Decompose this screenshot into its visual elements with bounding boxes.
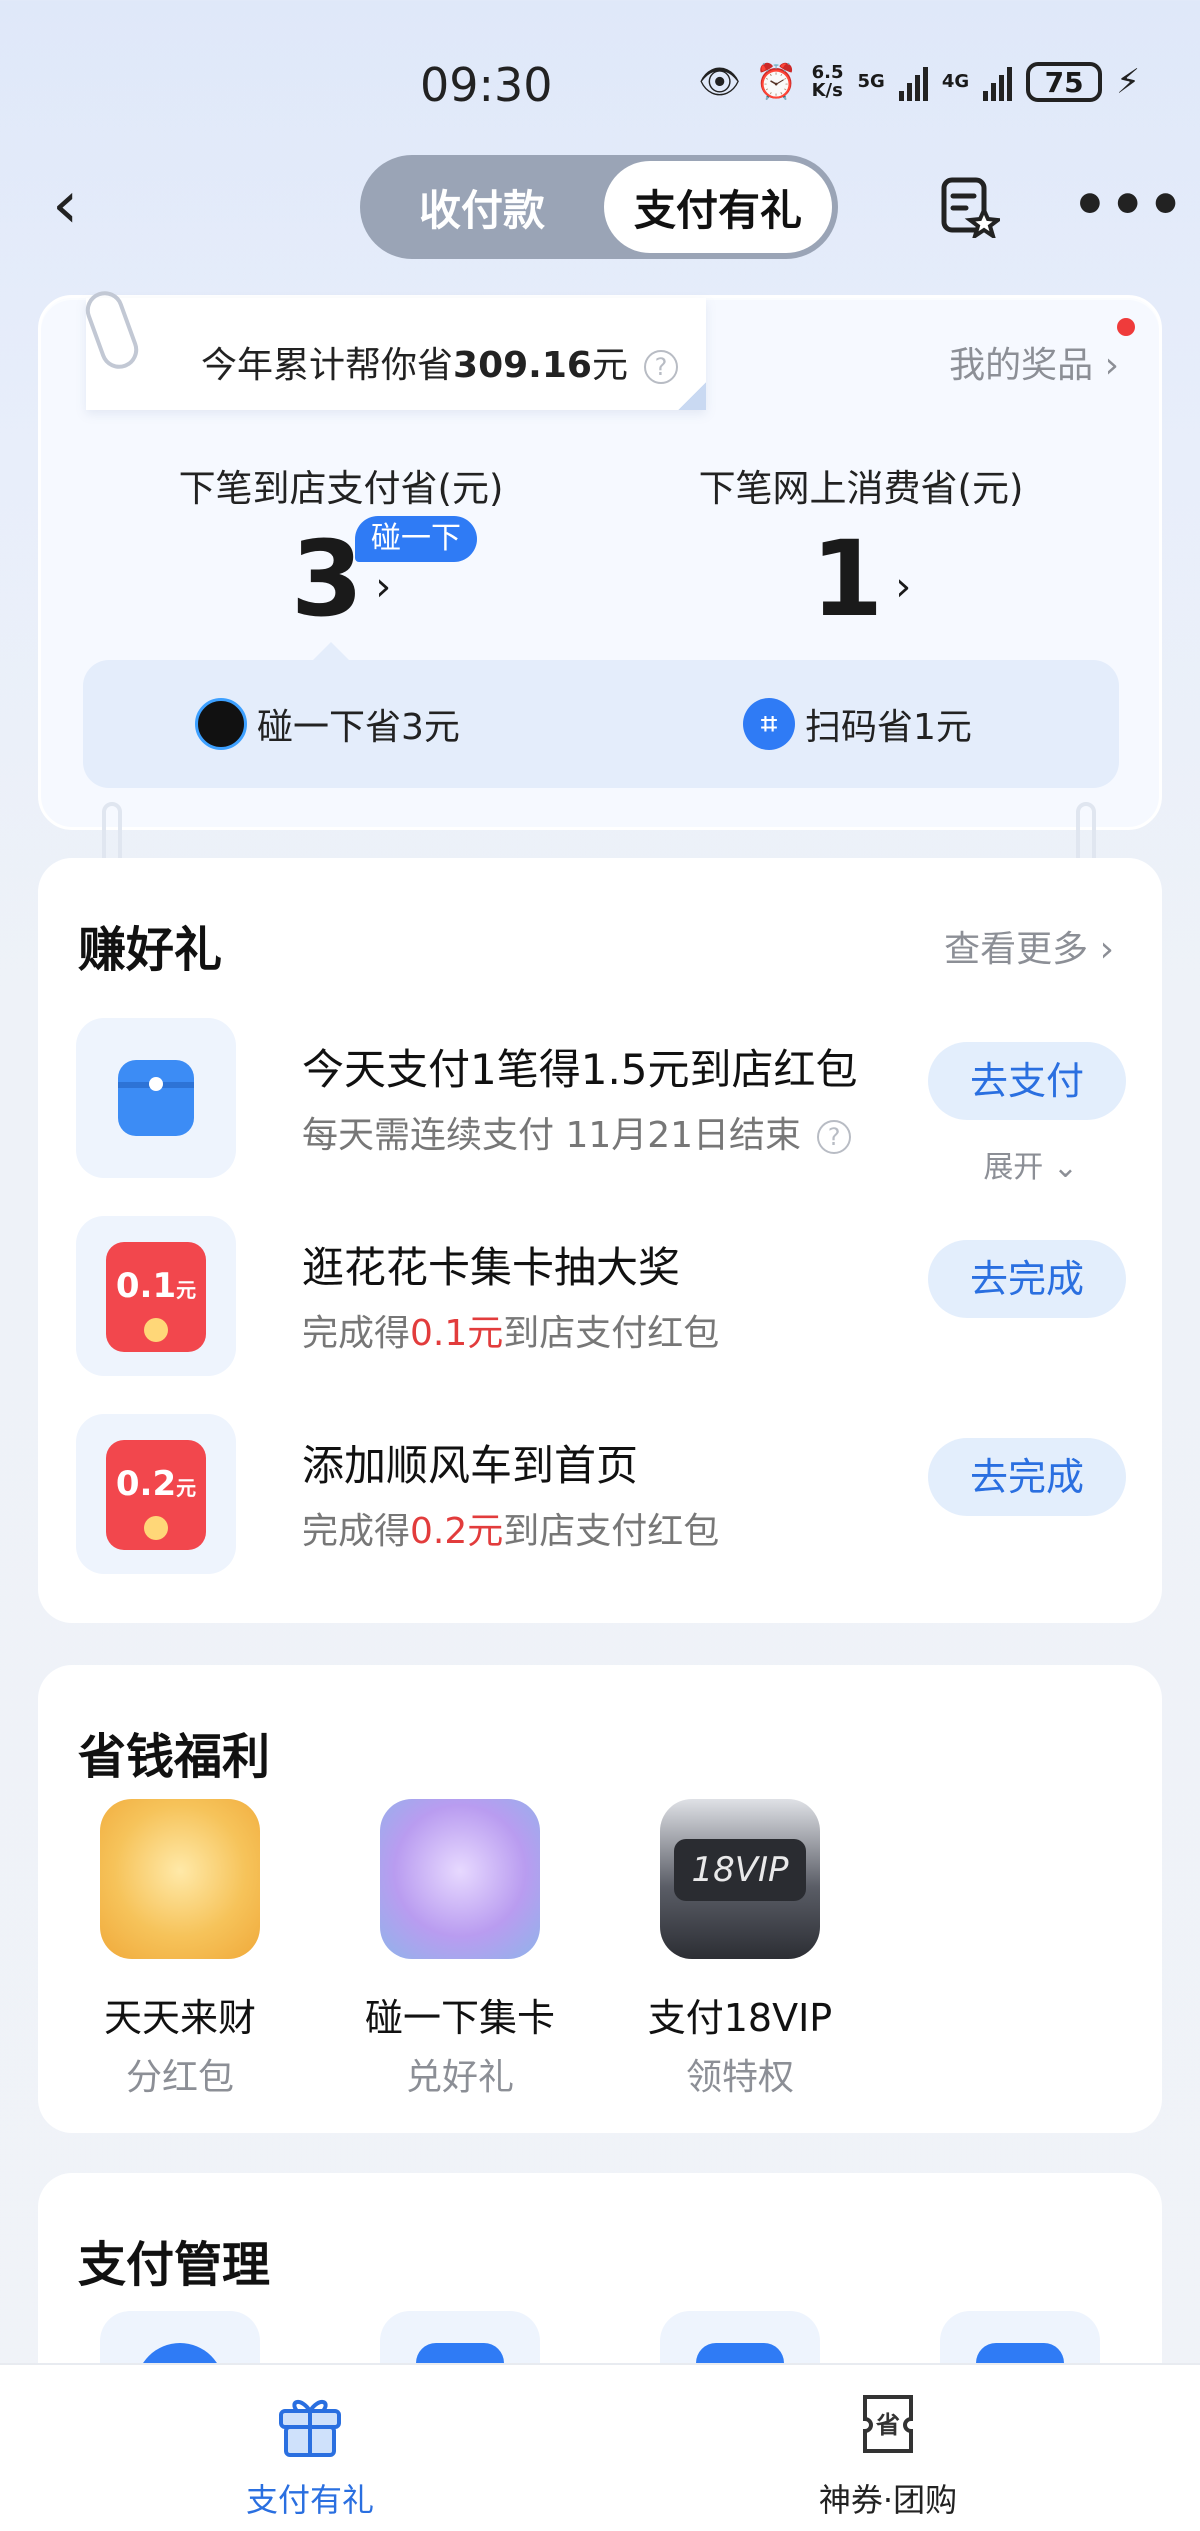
- task-sub: 每天需连续支付 11月21日结束?: [302, 1106, 852, 1158]
- store-savings-value: 3 ›: [290, 518, 392, 640]
- tap-tag: 碰一下: [355, 516, 477, 562]
- status-bar: 09:30 👁 ⏰ 6.5 K/s 5G 4G 75 ⚡: [0, 0, 1200, 175]
- task-icon-bg: [76, 1018, 236, 1178]
- bottom-tab-bar: 支付有礼 省 神券·团购: [0, 2363, 1200, 2531]
- status-icons: 👁 ⏰ 6.5 K/s 5G 4G 75 ⚡: [698, 62, 1140, 102]
- welfare-item[interactable]: 天天来财 分红包: [80, 1799, 280, 2100]
- signal-icon-2: [983, 63, 1013, 101]
- wallet-icon: [118, 1060, 194, 1136]
- task-title: 逛花花卡集卡抽大奖: [302, 1243, 681, 1292]
- task-icon-bg: 0.1元: [76, 1216, 236, 1376]
- red-envelope-icon: 0.1元: [106, 1242, 206, 1352]
- help-icon[interactable]: ?: [643, 350, 678, 384]
- signal-icon: [898, 63, 928, 101]
- lucky-mascot-icon: [100, 1799, 260, 1959]
- tab-receive-pay[interactable]: 收付款: [368, 161, 596, 253]
- task-item[interactable]: 0.1元 逛花花卡集卡抽大奖 完成得0.1元到店支付红包 去完成: [76, 1216, 1126, 1376]
- method-tap[interactable]: 碰一下省3元: [195, 698, 460, 750]
- bill-star-icon[interactable]: [938, 176, 1000, 238]
- task-sub: 完成得0.2元到店支付红包: [302, 1511, 720, 1552]
- go-complete-button[interactable]: 去完成: [928, 1240, 1126, 1318]
- store-savings[interactable]: 下笔到店支付省(元) 3 ›: [81, 458, 601, 642]
- task-title: 添加顺风车到首页: [302, 1441, 639, 1490]
- charging-icon: ⚡: [1116, 62, 1140, 102]
- segment-control: 收付款 支付有礼: [360, 155, 838, 259]
- tab-pay-rewards-bottom[interactable]: 支付有礼: [160, 2387, 460, 2521]
- alarm-icon: ⏰: [755, 62, 798, 102]
- help-icon[interactable]: ?: [817, 1120, 852, 1154]
- go-complete-button[interactable]: 去完成: [928, 1438, 1126, 1516]
- go-pay-button[interactable]: 去支付: [928, 1042, 1126, 1120]
- expand-toggle[interactable]: 展开 ⌄: [983, 1142, 1078, 1186]
- online-savings-value: 1 ›: [810, 518, 912, 640]
- task-item[interactable]: 今天支付1笔得1.5元到店红包 每天需连续支付 11月21日结束? 去支付 展开…: [76, 1018, 1126, 1185]
- net-speed: 6.5 K/s: [811, 62, 844, 101]
- see-more-link[interactable]: 查看更多 ›: [944, 920, 1114, 972]
- online-savings[interactable]: 下笔网上消费省(元) 1 ›: [601, 458, 1121, 642]
- earn-title: 赚好礼: [78, 922, 223, 978]
- tab-coupons[interactable]: 省 神券·团购: [738, 2387, 1038, 2521]
- savings-card: 今年累计帮你省309.16元? 我的奖品 › 下笔到店支付省(元) 3 › 碰一下…: [38, 285, 1162, 830]
- sig-label-1: 5G: [857, 71, 885, 92]
- sig-label-2: 4G: [941, 71, 970, 92]
- welfare-item[interactable]: 18VIP 支付18VIP 领特权: [640, 1799, 840, 2100]
- task-title: 今天支付1笔得1.5元到店红包: [302, 1045, 858, 1094]
- eye-icon: 👁: [698, 62, 742, 102]
- payment-mgmt-title: 支付管理: [78, 2237, 271, 2293]
- vip-icon: 18VIP: [660, 1799, 820, 1959]
- back-icon[interactable]: ‹: [52, 170, 112, 240]
- notification-dot: [1117, 318, 1135, 336]
- card-collect-icon: [380, 1799, 540, 1959]
- coupon-save-icon: 省: [863, 2395, 913, 2453]
- task-sub: 完成得0.1元到店支付红包: [302, 1313, 720, 1354]
- method-bar: 碰一下省3元 ⌗ 扫码省1元: [83, 642, 1119, 788]
- earn-gifts-card: 赚好礼 查看更多 › 今天支付1笔得1.5元到店红包 每天需连续支付 11月21…: [38, 858, 1162, 1623]
- svg-text:省: 省: [875, 2411, 900, 2439]
- scan-icon: ⌗: [743, 698, 795, 750]
- welfare-title: 省钱福利: [78, 1729, 271, 1785]
- battery-icon: 75: [1026, 62, 1103, 102]
- my-prizes-link[interactable]: 我的奖品 ›: [949, 336, 1119, 388]
- method-scan[interactable]: ⌗ 扫码省1元: [743, 698, 972, 750]
- online-savings-label: 下笔网上消费省(元): [698, 467, 1024, 510]
- tap-pay-icon: [195, 698, 247, 750]
- welfare-card: 省钱福利 天天来财 分红包 碰一下集卡 兑好礼 18VIP 支付18VIP 领特…: [38, 1665, 1162, 2133]
- welfare-item[interactable]: 碰一下集卡 兑好礼: [360, 1799, 560, 2100]
- gift-icon: [279, 2400, 341, 2457]
- store-savings-label: 下笔到店支付省(元): [178, 467, 504, 510]
- tab-pay-rewards[interactable]: 支付有礼: [604, 161, 832, 253]
- more-icon[interactable]: •••: [1072, 178, 1185, 234]
- red-envelope-icon: 0.2元: [106, 1440, 206, 1550]
- task-item[interactable]: 0.2元 添加顺风车到首页 完成得0.2元到店支付红包 去完成: [76, 1414, 1126, 1574]
- savings-note: 今年累计帮你省309.16元?: [86, 298, 706, 410]
- status-time: 09:30: [420, 58, 553, 112]
- task-icon-bg: 0.2元: [76, 1414, 236, 1574]
- total-savings: 今年累计帮你省309.16元?: [201, 336, 678, 388]
